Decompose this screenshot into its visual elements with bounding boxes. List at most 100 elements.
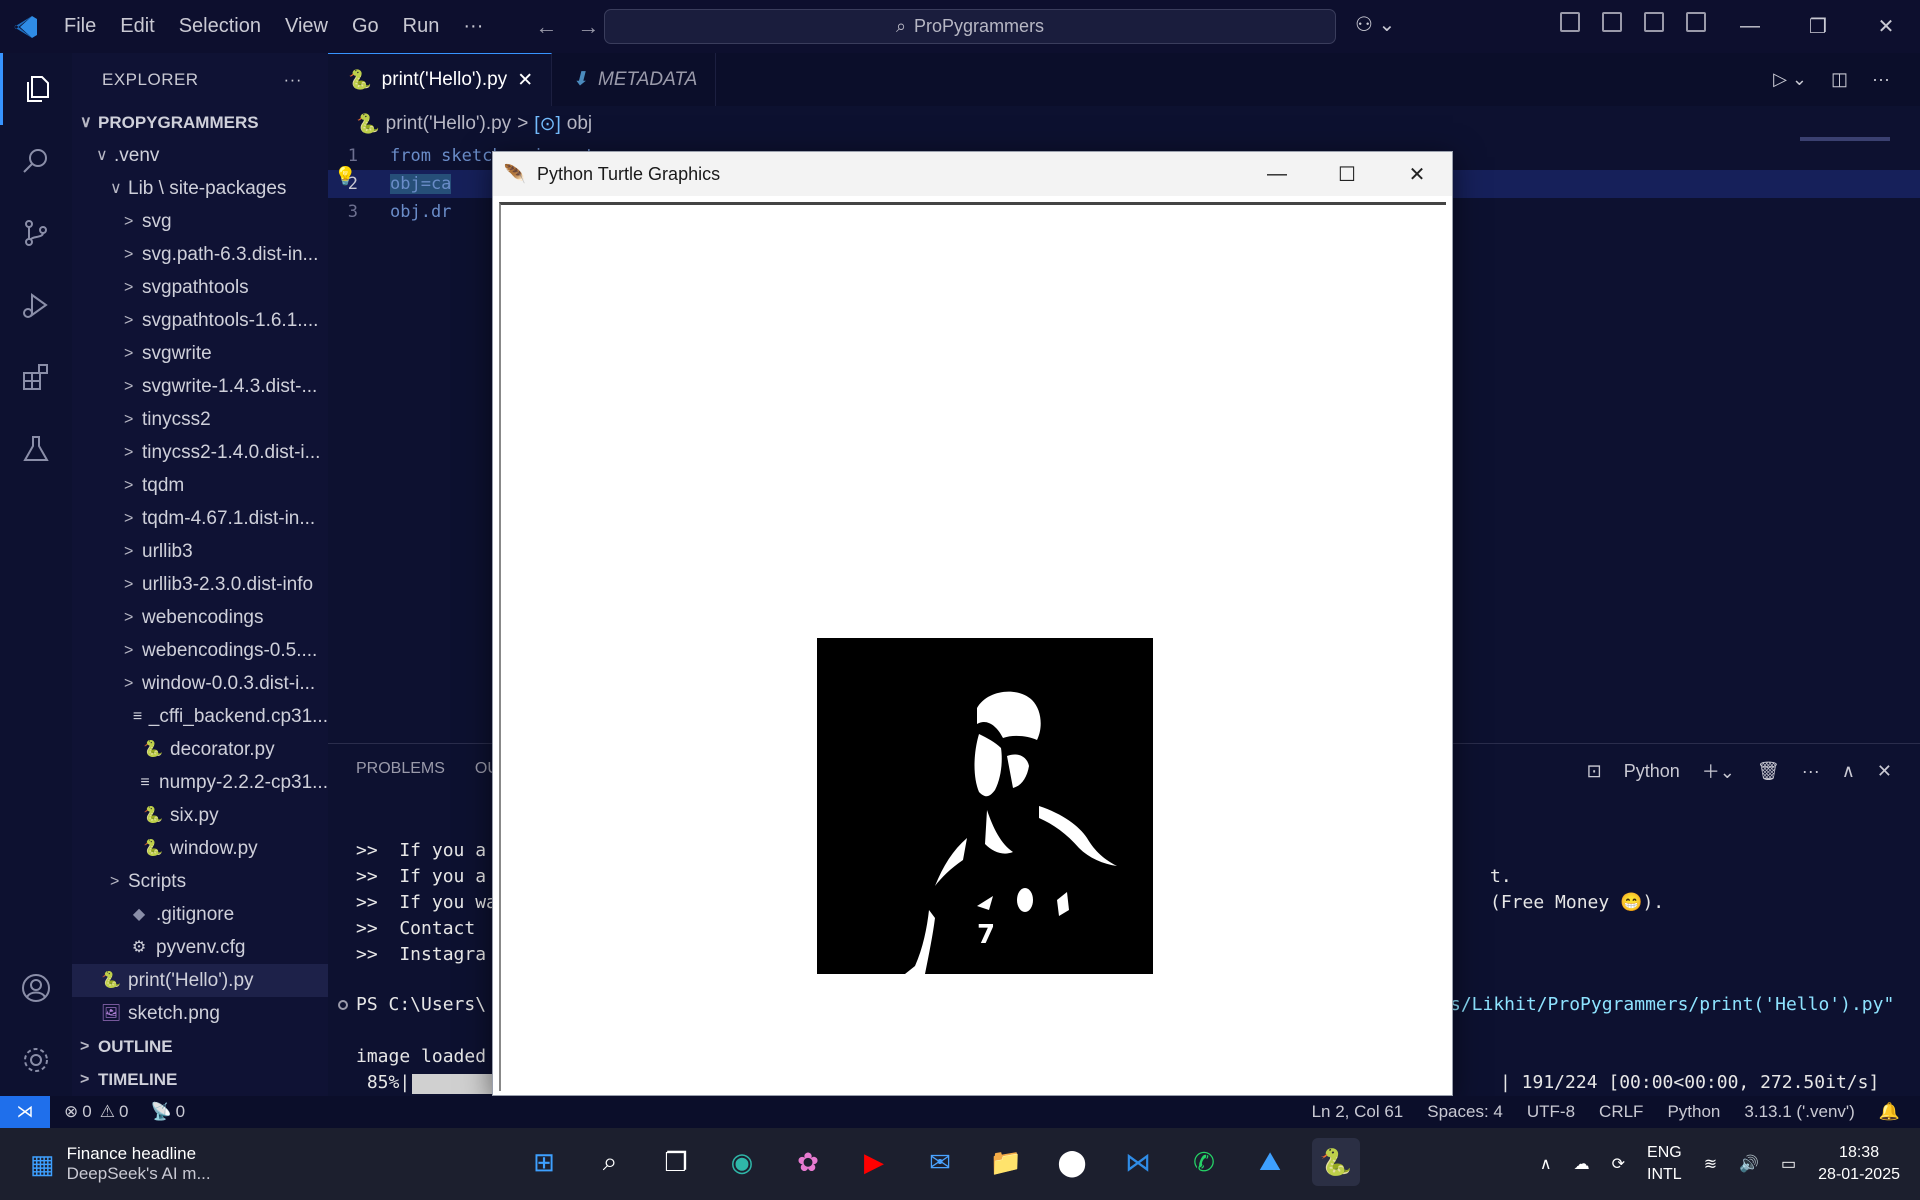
editor-more-icon[interactable]: ··· <box>1872 69 1890 90</box>
start-windows-icon[interactable]: ⊞ <box>520 1138 568 1186</box>
more-actions-icon[interactable]: ··· <box>284 70 302 90</box>
sync-icon[interactable]: ⟳ <box>1612 1154 1625 1174</box>
extensions-icon[interactable] <box>0 341 72 413</box>
new-terminal-icon[interactable]: ＋⌄ <box>1702 758 1735 784</box>
task-view-icon[interactable]: ❐ <box>652 1138 700 1186</box>
menu-go[interactable]: Go <box>340 0 391 53</box>
turtle-window[interactable]: 🪶 Python Turtle Graphics — ☐ ✕ 7 <box>492 151 1453 1096</box>
end-of-line[interactable]: CRLF <box>1599 1102 1643 1122</box>
tab-metadata[interactable]: ⬇ METADATA <box>552 53 717 106</box>
tab-close-icon[interactable]: ✕ <box>517 69 533 92</box>
wifi-icon[interactable]: ≋ <box>1704 1154 1717 1174</box>
volume-icon[interactable]: 🔊 <box>1739 1154 1759 1174</box>
minimize-icon[interactable]: — <box>1242 152 1312 196</box>
search-activity-icon[interactable] <box>0 125 72 197</box>
close-panel-icon[interactable]: ✕ <box>1877 761 1892 782</box>
tree-item[interactable]: ∨ Lib \ site-packages <box>72 172 328 205</box>
tree-item[interactable]: > tqdm <box>72 469 328 502</box>
input-language[interactable]: ENG INTL <box>1647 1142 1682 1185</box>
cursor-position[interactable]: Ln 2, Col 61 <box>1312 1102 1404 1122</box>
tree-item[interactable]: 🐍 decorator.py <box>72 733 328 766</box>
remote-indicator-icon[interactable]: ⋊ <box>0 1096 50 1128</box>
ports-icon[interactable]: 📡 <box>150 1102 171 1122</box>
restore-icon[interactable]: ❐ <box>1784 0 1852 53</box>
tree-item[interactable]: ◆ .gitignore <box>72 898 328 931</box>
run-python-icon[interactable]: ▷ ⌄ <box>1773 69 1807 90</box>
tree-item[interactable]: > tqdm-4.67.1.dist-in... <box>72 502 328 535</box>
tree-item[interactable]: > tinycss2-1.4.0.dist-i... <box>72 436 328 469</box>
command-center-search[interactable]: ⌕ ProPygrammers <box>604 9 1336 44</box>
tree-item[interactable]: > urllib3 <box>72 535 328 568</box>
close-icon[interactable]: ✕ <box>1852 0 1920 53</box>
source-control-icon[interactable] <box>0 197 72 269</box>
split-editor-icon[interactable]: ◫ <box>1831 69 1848 90</box>
whatsapp-icon[interactable]: ✆ <box>1180 1138 1228 1186</box>
minimap[interactable] <box>1800 137 1890 141</box>
trash-icon[interactable]: 🗑 <box>1757 761 1780 782</box>
settings-gear-icon[interactable] <box>0 1024 72 1096</box>
close-icon[interactable]: ✕ <box>1382 152 1452 196</box>
battery-icon[interactable]: ▭ <box>1781 1154 1796 1174</box>
turtle-canvas[interactable]: 7 <box>499 202 1446 1091</box>
menu-edit[interactable]: Edit <box>108 0 166 53</box>
tree-item[interactable]: > Scripts <box>72 865 328 898</box>
vscode-app-icon[interactable]: ⋈ <box>1114 1138 1162 1186</box>
copilot-icon[interactable]: ⚇ ⌄ <box>1355 12 1395 37</box>
back-arrow-icon[interactable]: ← <box>535 14 557 40</box>
tree-item[interactable]: ⚙ pyvenv.cfg <box>72 931 328 964</box>
toggle-secondary-sidebar-icon[interactable] <box>1686 12 1706 32</box>
tree-item[interactable]: 🐍 six.py <box>72 799 328 832</box>
onedrive-icon[interactable]: ☁ <box>1574 1154 1590 1174</box>
tree-item[interactable]: > svgpathtools <box>72 271 328 304</box>
breadcrumb-symbol[interactable]: obj <box>567 113 592 135</box>
toggle-sidebar-icon[interactable] <box>1602 12 1622 32</box>
ports-count[interactable]: 0 <box>176 1102 185 1122</box>
customize-layout-icon[interactable] <box>1560 12 1580 32</box>
python-interpreter[interactable]: 3.13.1 ('.venv') <box>1744 1102 1854 1122</box>
warnings-count[interactable]: 0 <box>119 1102 128 1122</box>
search-icon[interactable]: ⌕ <box>586 1138 634 1186</box>
mail-app-icon[interactable]: ✉ <box>916 1138 964 1186</box>
explorer-icon[interactable] <box>0 53 72 125</box>
python-app-icon[interactable]: 🐍 <box>1312 1138 1360 1186</box>
menu-selection[interactable]: Selection <box>167 0 273 53</box>
tree-item[interactable]: > svgpathtools-1.6.1.... <box>72 304 328 337</box>
photos-app-icon[interactable]: ⛰ <box>1246 1138 1294 1186</box>
tree-item[interactable]: > svg <box>72 205 328 238</box>
chrome-browser-icon[interactable]: ⬤ <box>1048 1138 1096 1186</box>
timeline-section[interactable]: > TIMELINE <box>72 1063 328 1096</box>
file-explorer-icon[interactable]: 📁 <box>982 1138 1030 1186</box>
notifications-bell-icon[interactable]: 🔔 <box>1879 1102 1900 1122</box>
copilot-app-icon[interactable]: ✿ <box>784 1138 832 1186</box>
tab-print-hello[interactable]: 🐍 print('Hello').py ✕ <box>328 53 553 106</box>
tab-problems[interactable]: PROBLEMS <box>356 760 445 778</box>
tree-item[interactable]: ≡ numpy-2.2.2-cp31... <box>72 766 328 799</box>
maximize-icon[interactable]: ☐ <box>1312 152 1382 196</box>
tree-item[interactable]: 🖼 sketch.png <box>72 997 328 1030</box>
outline-section[interactable]: > OUTLINE <box>72 1030 328 1063</box>
menu-view[interactable]: View <box>273 0 340 53</box>
toggle-panel-icon[interactable] <box>1644 12 1664 32</box>
tree-item[interactable]: > svgwrite <box>72 337 328 370</box>
tree-item[interactable]: 🐍 print('Hello').py <box>72 964 328 997</box>
tree-item[interactable]: > svg.path-6.3.dist-in... <box>72 238 328 271</box>
menu-file[interactable]: File <box>52 0 108 53</box>
indentation[interactable]: Spaces: 4 <box>1427 1102 1503 1122</box>
language-mode[interactable]: Python <box>1667 1102 1720 1122</box>
news-widget[interactable]: ▦ Finance headline DeepSeek's AI m... <box>0 1144 330 1184</box>
maximize-panel-icon[interactable]: ∧ <box>1842 761 1855 782</box>
tree-item[interactable]: ∨ .venv <box>72 139 328 172</box>
tree-item[interactable]: 🐍 window.py <box>72 832 328 865</box>
menu-more[interactable]: ··· <box>451 0 495 53</box>
testing-flask-icon[interactable] <box>0 413 72 485</box>
account-icon[interactable] <box>0 952 72 1024</box>
tree-item[interactable]: > svgwrite-1.4.3.dist-... <box>72 370 328 403</box>
forward-arrow-icon[interactable]: → <box>577 14 599 40</box>
tree-item[interactable]: > window-0.0.3.dist-i... <box>72 667 328 700</box>
encoding[interactable]: UTF-8 <box>1527 1102 1575 1122</box>
menu-run[interactable]: Run <box>391 0 452 53</box>
tree-item[interactable]: ≡ _cffi_backend.cp31... <box>72 700 328 733</box>
tree-item[interactable]: > webencodings <box>72 601 328 634</box>
terminal-shell-label[interactable]: Python <box>1624 761 1680 782</box>
run-debug-icon[interactable] <box>0 269 72 341</box>
